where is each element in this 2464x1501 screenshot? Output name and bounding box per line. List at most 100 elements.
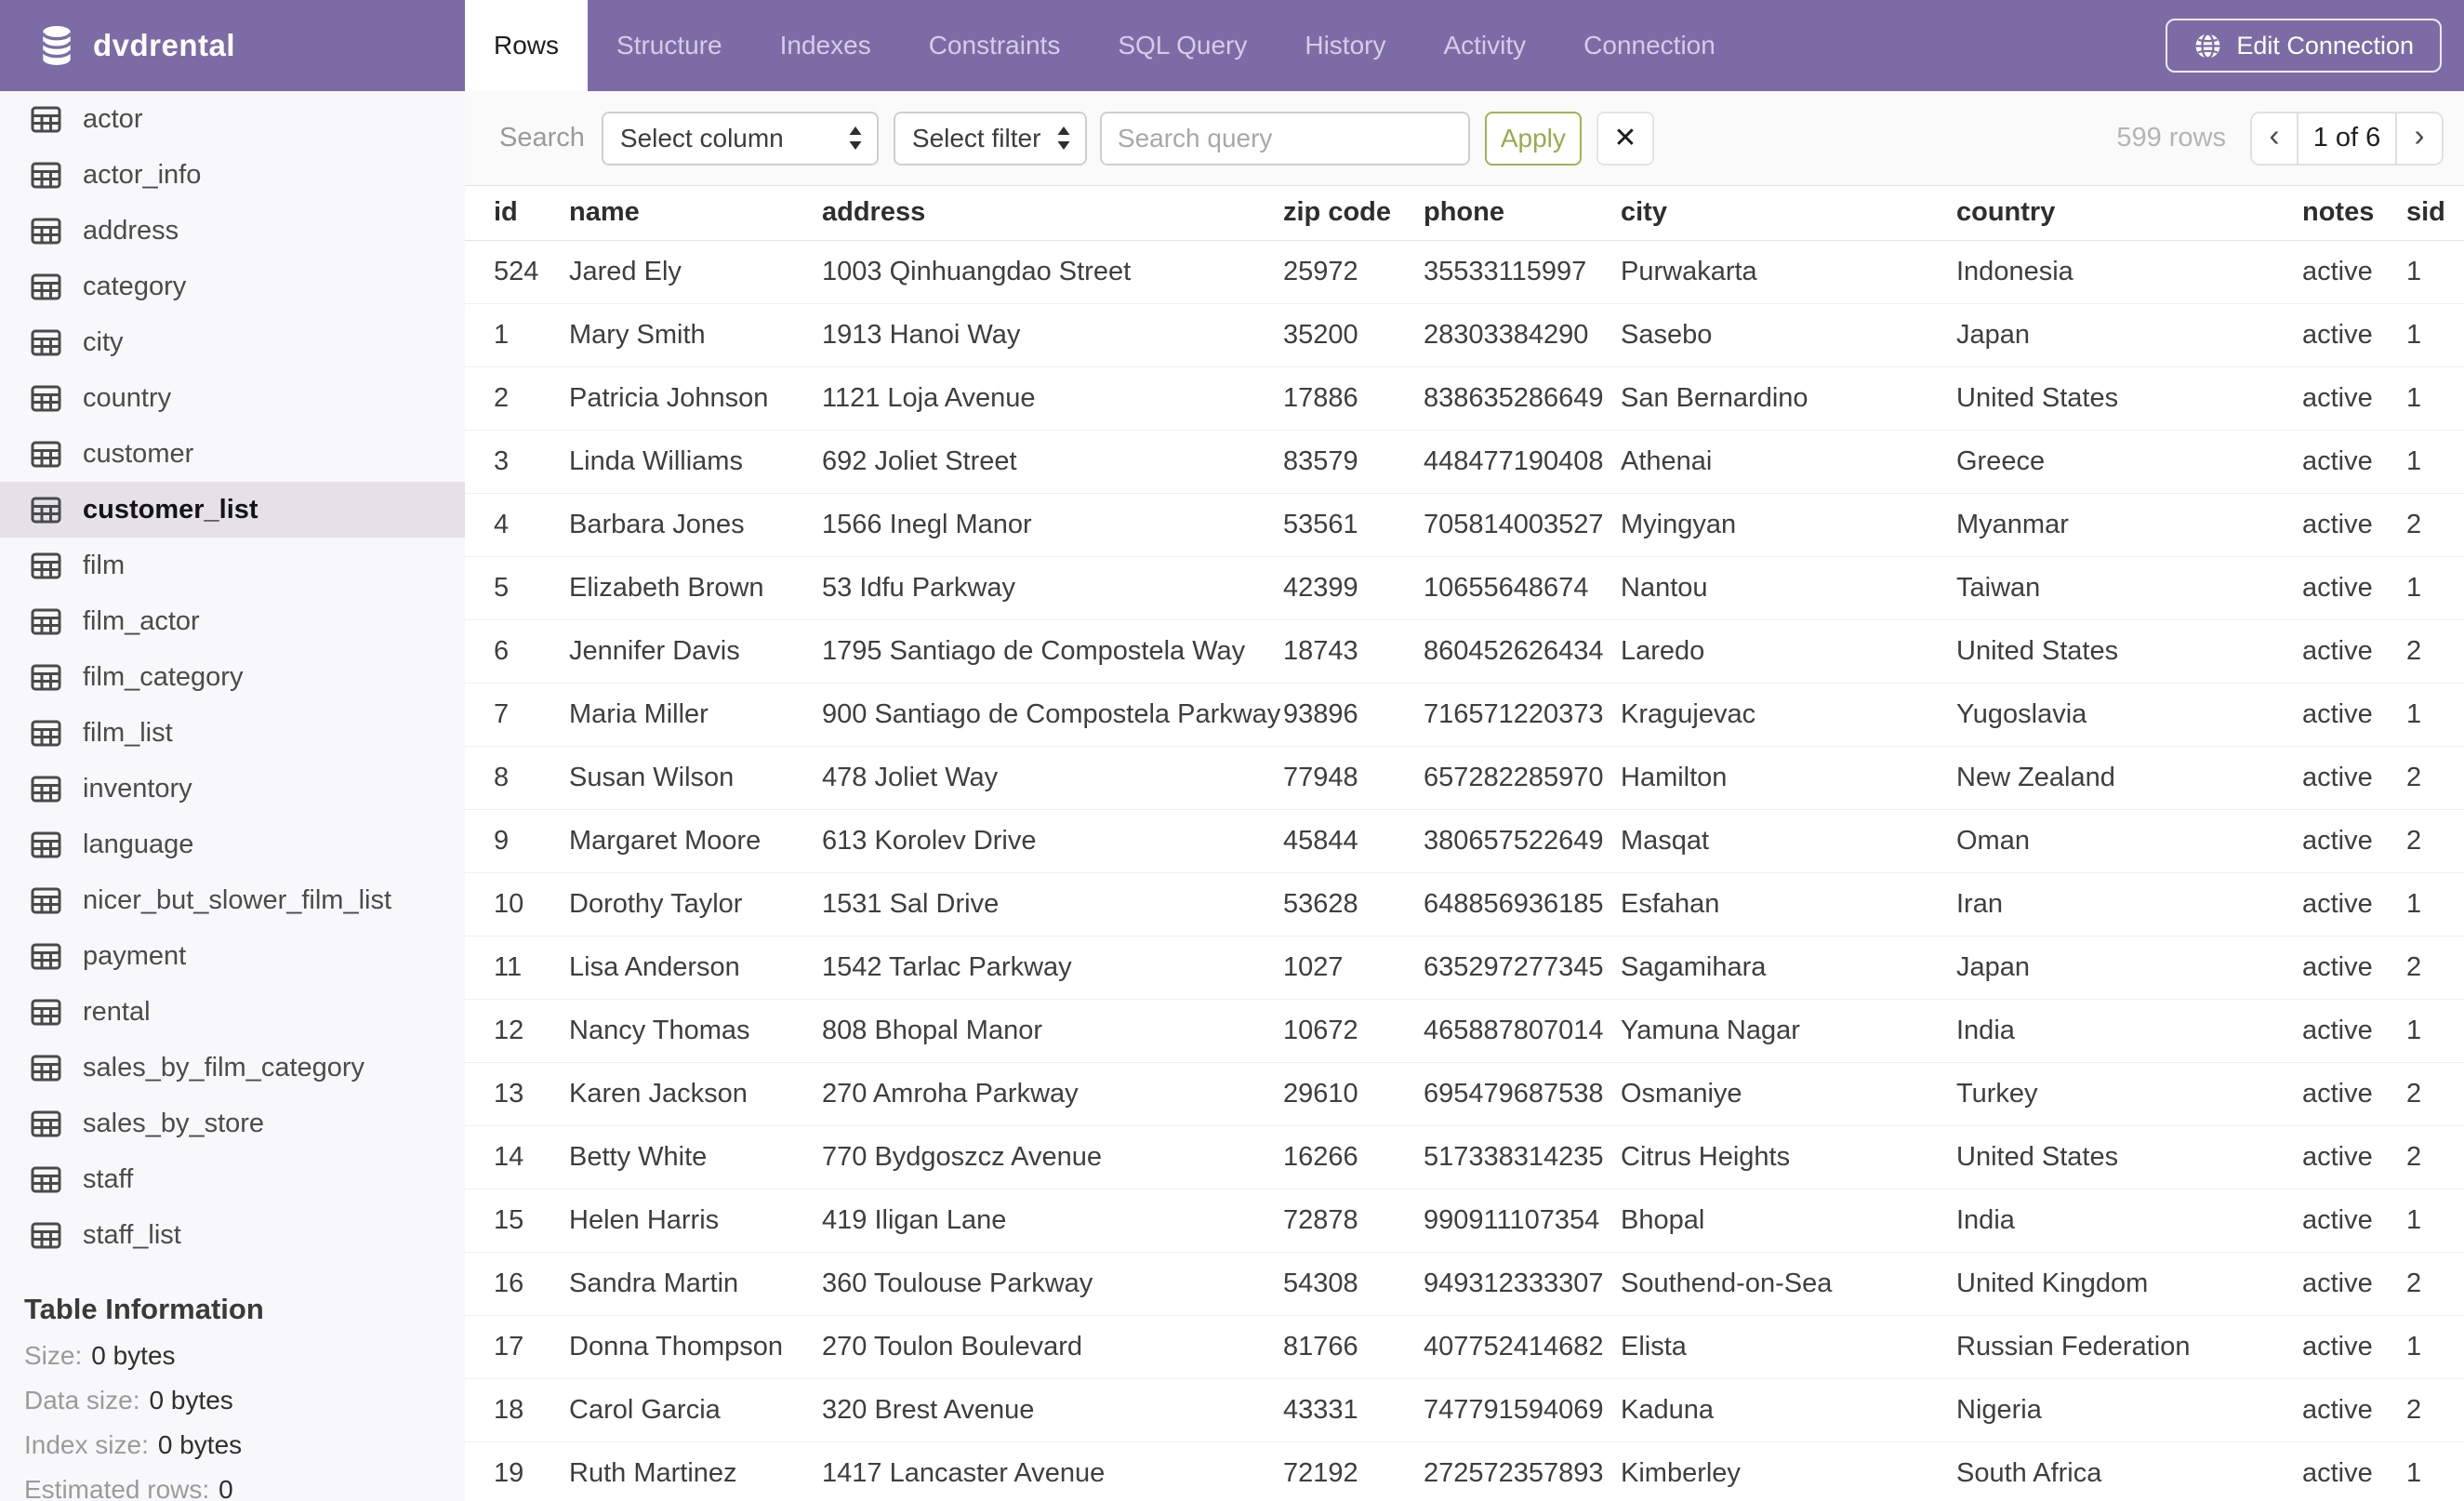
table-cell[interactable]: 2 <box>2406 936 2464 1000</box>
table-cell[interactable]: Mary Smith <box>569 303 822 367</box>
table-cell[interactable]: Oman <box>1956 809 2302 873</box>
table-cell[interactable]: United Kingdom <box>1956 1252 2302 1316</box>
table-cell[interactable]: 77948 <box>1283 746 1424 810</box>
column-header-city[interactable]: city <box>1621 186 1956 241</box>
table-cell[interactable]: Bhopal <box>1621 1189 1956 1253</box>
table-cell[interactable]: 53 Idfu Parkway <box>822 556 1283 620</box>
table-cell[interactable]: United States <box>1956 1125 2302 1189</box>
table-cell[interactable]: 648856936185 <box>1424 872 1621 936</box>
table-row[interactable]: 6 Jennifer Davis 1795 Santiago de Composte… <box>465 619 2464 684</box>
table-cell[interactable]: Lisa Anderson <box>569 936 822 1000</box>
table-cell[interactable]: 270 Toulon Boulevard <box>822 1315 1283 1379</box>
sidebar-item-staff[interactable]: staff <box>0 1151 465 1207</box>
table-cell[interactable]: 4 <box>465 493 569 557</box>
table-cell[interactable]: Laredo <box>1621 619 1956 684</box>
table-cell[interactable]: 1 <box>2406 872 2464 936</box>
sidebar-item-nicer_but_slower_film_list[interactable]: nicer_but_slower_film_list <box>0 872 465 928</box>
edit-connection-button[interactable]: Edit Connection <box>2166 19 2442 73</box>
column-header-country[interactable]: country <box>1956 186 2302 241</box>
sidebar-item-staff_list[interactable]: staff_list <box>0 1207 465 1263</box>
table-cell[interactable]: active <box>2302 999 2406 1063</box>
sidebar-item-city[interactable]: city <box>0 314 465 370</box>
table-cell[interactable]: 14 <box>465 1125 569 1189</box>
table-cell[interactable]: Indonesia <box>1956 240 2302 304</box>
table-cell[interactable]: 1 <box>2406 1441 2464 1501</box>
table-row[interactable]: 16 Sandra Martin 360 Toulouse Parkway 54308… <box>465 1252 2464 1316</box>
table-cell[interactable]: 838635286649 <box>1424 366 1621 431</box>
table-cell[interactable]: 524 <box>465 240 569 304</box>
table-cell[interactable]: 407752414682 <box>1424 1315 1621 1379</box>
table-cell[interactable]: active <box>2302 240 2406 304</box>
table-cell[interactable]: Margaret Moore <box>569 809 822 873</box>
table-cell[interactable]: Linda Williams <box>569 430 822 494</box>
table-cell[interactable]: active <box>2302 430 2406 494</box>
table-cell[interactable]: 716571220373 <box>1424 683 1621 747</box>
table-cell[interactable]: active <box>2302 683 2406 747</box>
table-cell[interactable]: 1003 Qinhuangdao Street <box>822 240 1283 304</box>
table-cell[interactable]: 2 <box>2406 1062 2464 1126</box>
table-cell[interactable]: Ruth Martinez <box>569 1441 822 1501</box>
sidebar-item-actor_info[interactable]: actor_info <box>0 147 465 203</box>
table-cell[interactable]: active <box>2302 493 2406 557</box>
sidebar-item-sales_by_film_category[interactable]: sales_by_film_category <box>0 1040 465 1096</box>
table-cell[interactable]: 320 Brest Avenue <box>822 1378 1283 1442</box>
table-row[interactable]: 10 Dorothy Taylor 1531 Sal Drive 53628 64885… <box>465 872 2464 936</box>
table-cell[interactable]: 465887807014 <box>1424 999 1621 1063</box>
table-cell[interactable]: 949312333307 <box>1424 1252 1621 1316</box>
table-cell[interactable]: active <box>2302 303 2406 367</box>
sidebar-item-film_category[interactable]: film_category <box>0 649 465 705</box>
table-cell[interactable]: active <box>2302 1062 2406 1126</box>
table-cell[interactable]: 2 <box>2406 1378 2464 1442</box>
column-header-address[interactable]: address <box>822 186 1283 241</box>
table-row[interactable]: 14 Betty White 770 Bydgoszcz Avenue 16266 51… <box>465 1125 2464 1189</box>
table-cell[interactable]: 16266 <box>1283 1125 1424 1189</box>
sidebar-item-film_list[interactable]: film_list <box>0 705 465 761</box>
table-cell[interactable]: 54308 <box>1283 1252 1424 1316</box>
table-cell[interactable]: 1542 Tarlac Parkway <box>822 936 1283 1000</box>
table-cell[interactable]: active <box>2302 619 2406 684</box>
table-cell[interactable]: 1417 Lancaster Avenue <box>822 1441 1283 1501</box>
prev-page-button[interactable]: ‹ <box>2252 113 2297 164</box>
tab-constraints[interactable]: Constraints <box>900 0 1090 91</box>
table-cell[interactable]: 1795 Santiago de Compostela Way <box>822 619 1283 684</box>
table-cell[interactable]: Yugoslavia <box>1956 683 2302 747</box>
table-cell[interactable]: 635297277345 <box>1424 936 1621 1000</box>
table-cell[interactable]: Karen Jackson <box>569 1062 822 1126</box>
table-cell[interactable]: Myanmar <box>1956 493 2302 557</box>
table-cell[interactable]: 1121 Loja Avenue <box>822 366 1283 431</box>
table-cell[interactable]: active <box>2302 366 2406 431</box>
table-cell[interactable]: 35200 <box>1283 303 1424 367</box>
table-cell[interactable]: New Zealand <box>1956 746 2302 810</box>
table-cell[interactable]: 2 <box>2406 746 2464 810</box>
table-row[interactable]: 8 Susan Wilson 478 Joliet Way 77948 65728228… <box>465 746 2464 810</box>
table-cell[interactable]: 705814003527 <box>1424 493 1621 557</box>
table-cell[interactable]: Kragujevac <box>1621 683 1956 747</box>
table-cell[interactable]: Masqat <box>1621 809 1956 873</box>
table-cell[interactable]: 25972 <box>1283 240 1424 304</box>
table-cell[interactable]: active <box>2302 809 2406 873</box>
table-cell[interactable]: 10655648674 <box>1424 556 1621 620</box>
table-cell[interactable]: 1 <box>2406 556 2464 620</box>
table-cell[interactable]: 28303384290 <box>1424 303 1621 367</box>
table-row[interactable]: 15 Helen Harris 419 Iligan Lane 72878 990911… <box>465 1189 2464 1253</box>
table-cell[interactable]: Sasebo <box>1621 303 1956 367</box>
table-cell[interactable]: 2 <box>2406 809 2464 873</box>
table-cell[interactable]: 478 Joliet Way <box>822 746 1283 810</box>
table-cell[interactable]: 2 <box>2406 619 2464 684</box>
table-cell[interactable]: 93896 <box>1283 683 1424 747</box>
table-cell[interactable]: 1 <box>2406 1315 2464 1379</box>
table-cell[interactable]: Athenai <box>1621 430 1956 494</box>
table-row[interactable]: 13 Karen Jackson 270 Amroha Parkway 29610 69… <box>465 1062 2464 1126</box>
table-cell[interactable]: Purwakarta <box>1621 240 1956 304</box>
table-cell[interactable]: 6 <box>465 619 569 684</box>
table-cell[interactable]: India <box>1956 1189 2302 1253</box>
table-cell[interactable]: active <box>2302 872 2406 936</box>
table-cell[interactable]: 272572357893 <box>1424 1441 1621 1501</box>
sidebar-item-address[interactable]: address <box>0 203 465 259</box>
search-query-input[interactable] <box>1099 111 1470 166</box>
sidebar-item-category[interactable]: category <box>0 259 465 314</box>
table-row[interactable]: 19 Ruth Martinez 1417 Lancaster Avenue 7219… <box>465 1441 2464 1501</box>
table-cell[interactable]: 8 <box>465 746 569 810</box>
table-cell[interactable]: 1913 Hanoi Way <box>822 303 1283 367</box>
table-cell[interactable]: Kaduna <box>1621 1378 1956 1442</box>
